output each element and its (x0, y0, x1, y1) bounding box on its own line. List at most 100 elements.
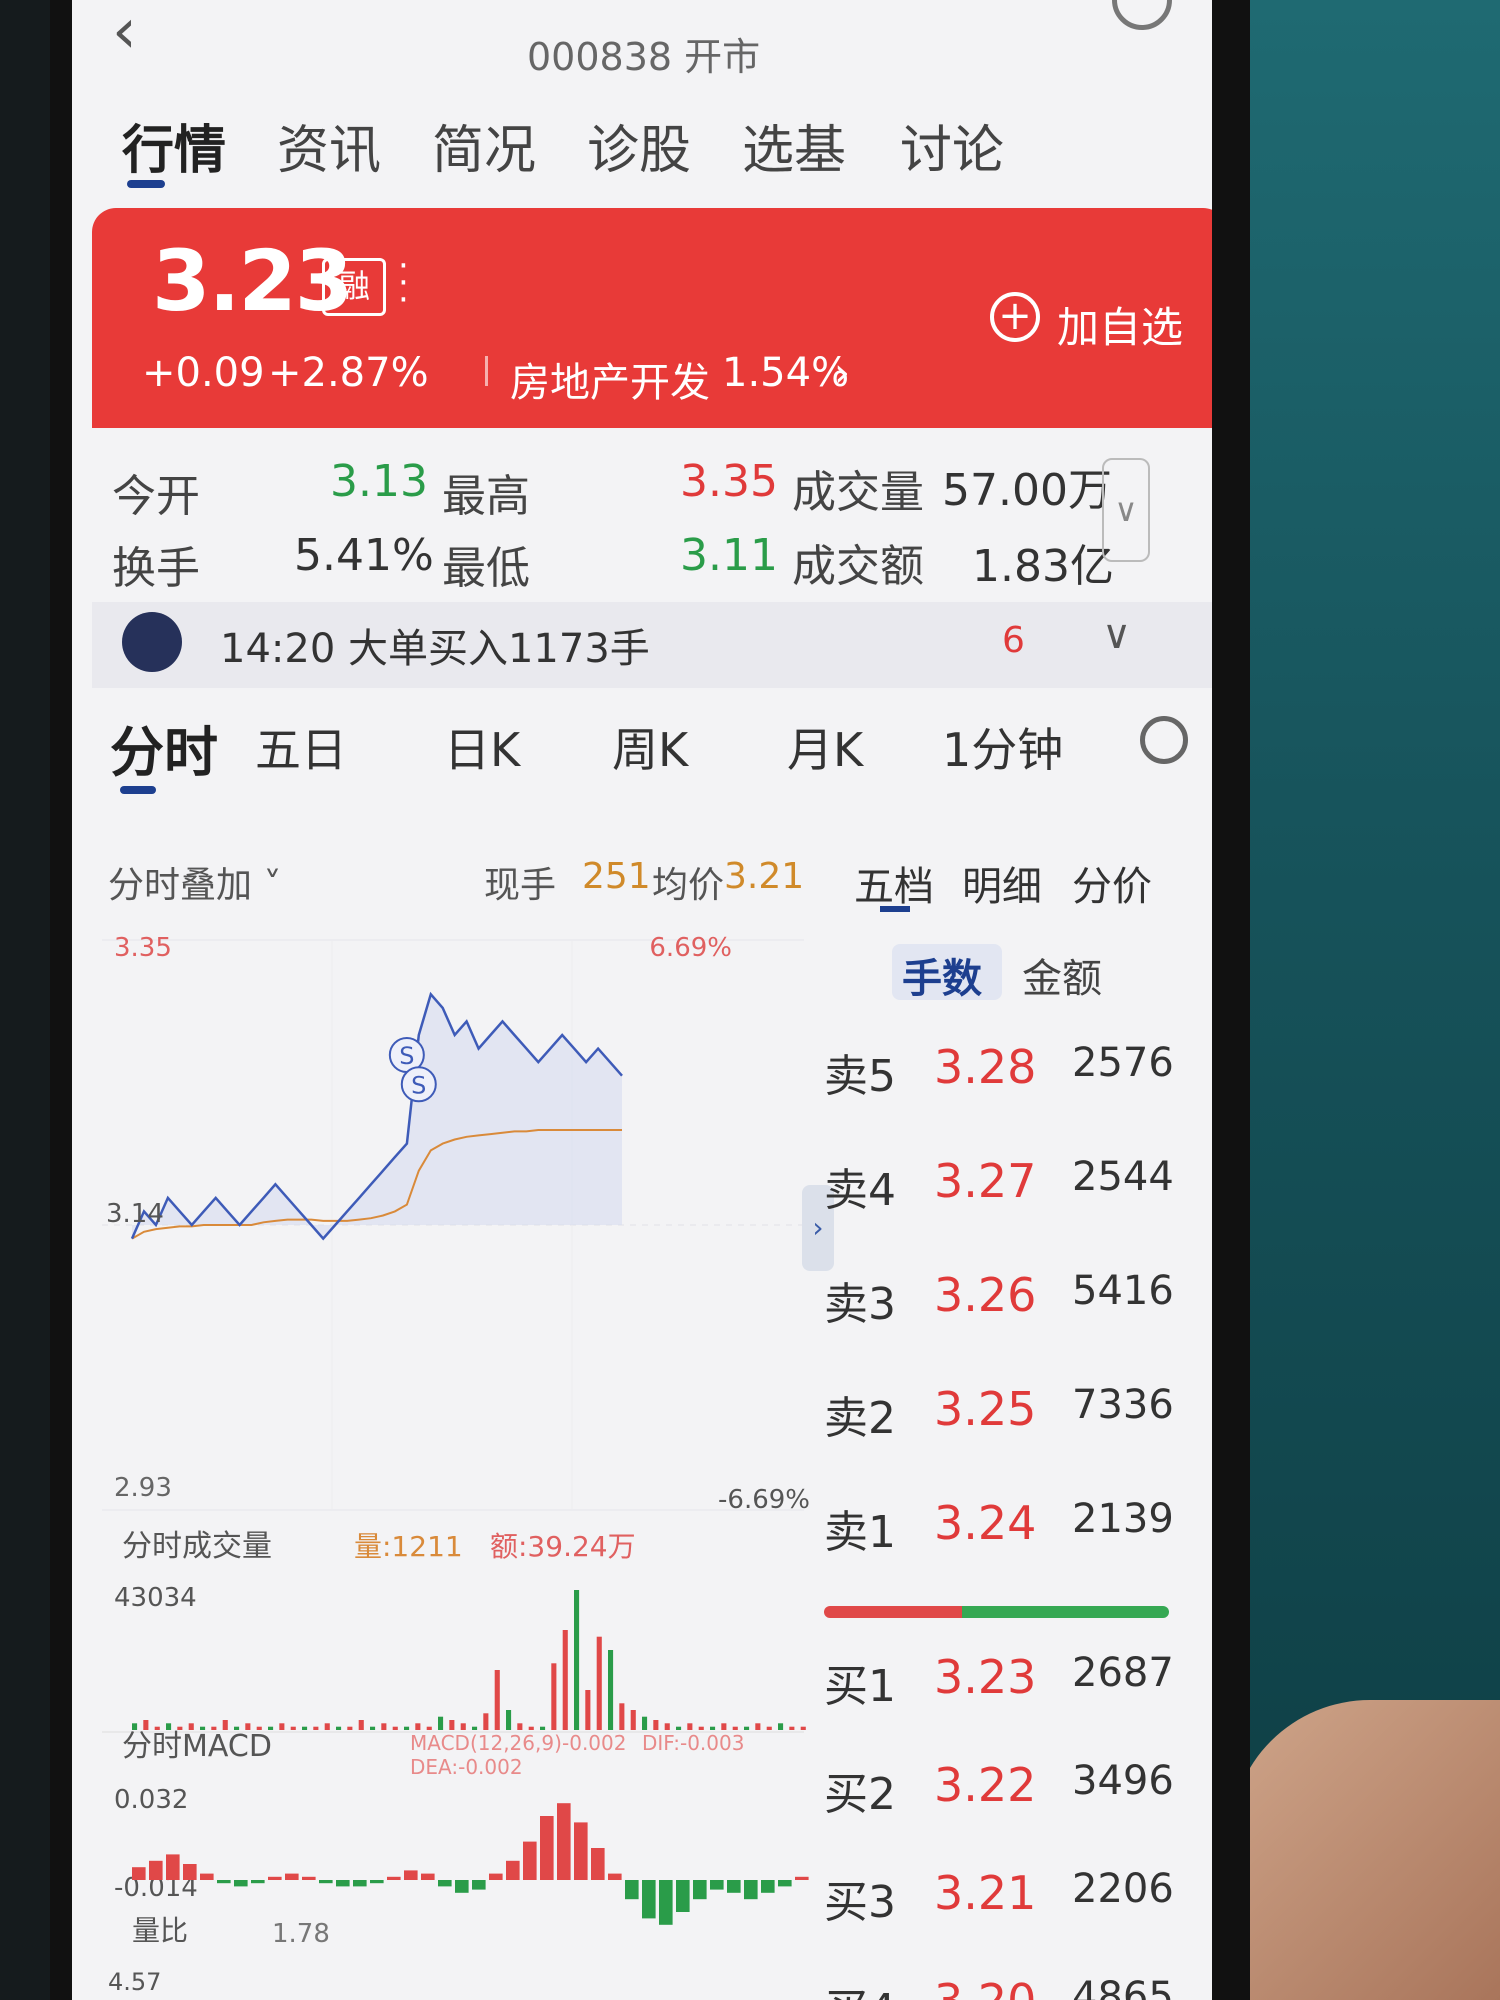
macd-bar (795, 1876, 809, 1880)
volume-bar (789, 1726, 795, 1730)
volume-bar (596, 1636, 602, 1730)
tab-weekly-k[interactable]: 周K (612, 714, 688, 780)
volume-bar (687, 1723, 693, 1730)
macd-bar (183, 1864, 197, 1880)
low-label: 最低 (442, 543, 530, 594)
sell-marker-label: S (399, 1042, 414, 1070)
macd-bar (676, 1880, 690, 1912)
vol-ratio-bottom: 4.57 (108, 1968, 161, 1996)
macd-bar (778, 1880, 792, 1887)
tab-minute-select[interactable]: 1分钟 (942, 714, 1063, 780)
chevron-down-icon[interactable]: ∨ (1102, 612, 1131, 658)
volume-bar (608, 1650, 614, 1730)
volume-bar (358, 1720, 364, 1730)
volume-value: 57.00万 (942, 465, 1112, 516)
macd-bar (370, 1880, 384, 1884)
volume-bar (710, 1726, 716, 1730)
tab-five-day[interactable]: 五日 (255, 714, 347, 780)
macd-bar (761, 1880, 775, 1893)
tab-intraday[interactable]: 分时 (110, 708, 218, 787)
volume-bar (404, 1726, 410, 1730)
expand-stats-button[interactable]: ∨ (1102, 458, 1150, 562)
unit-shares-button[interactable]: 手数 (902, 946, 982, 1004)
turnover-value: 5.41% (294, 530, 434, 581)
chevron-left-icon[interactable]: ‹ (112, 0, 137, 62)
orderbook-price[interactable]: 3.23 (934, 1650, 1036, 1704)
orderbook-volume: 4865 (1072, 1974, 1174, 2000)
volume-y-top: 43034 (114, 1583, 197, 1613)
chart-tab-underline (120, 786, 156, 794)
orderbook-volume: 5416 (1072, 1268, 1174, 1314)
background-hand (1230, 1700, 1500, 2000)
orderbook-price[interactable]: 3.28 (934, 1040, 1036, 1094)
open-value: 3.13 (330, 456, 428, 507)
orderbook-price[interactable]: 3.20 (934, 1974, 1036, 2000)
tab-discuss[interactable]: 讨论 (900, 108, 1004, 183)
tab-profile[interactable]: 简况 (432, 108, 536, 183)
tab-monthly-k[interactable]: 月K (787, 714, 863, 780)
volume-bar (438, 1716, 444, 1730)
orderbook-price[interactable]: 3.21 (934, 1866, 1036, 1920)
volume-bar (732, 1726, 738, 1730)
plus-circle-icon[interactable]: + (990, 292, 1040, 342)
macd-bar (608, 1873, 622, 1880)
orderbook-price[interactable]: 3.27 (934, 1154, 1036, 1208)
macd-bar (693, 1880, 707, 1900)
orderbook-label: 卖4 (824, 1165, 896, 1216)
gear-icon[interactable] (1140, 716, 1188, 764)
tab-daily-k[interactable]: 日K (444, 714, 520, 780)
orderbook-price[interactable]: 3.24 (934, 1496, 1036, 1550)
orderbook-label: 卖1 (824, 1507, 896, 1558)
macd-bar (506, 1860, 520, 1880)
unit-amount-button[interactable]: 金额 (1022, 946, 1102, 1004)
overlay-dropdown[interactable]: 分时叠加 ˅ (108, 856, 281, 908)
macd-bars (132, 1803, 809, 1925)
volume-label: 成交量 (792, 467, 924, 518)
orderbook-volume: 2544 (1072, 1154, 1174, 1200)
intraday-charts[interactable]: SS 3.35 3.14 2.93 6.69% -6.69% 分时成交量 量:1… (92, 920, 832, 2000)
orderbook-volume: 3496 (1072, 1758, 1174, 1804)
macd-bar (642, 1880, 656, 1919)
tab-five-levels[interactable]: 五档 (854, 854, 934, 912)
tab-fund[interactable]: 选基 (742, 108, 846, 183)
volume-chart-title[interactable]: 分时成交量 (122, 1529, 272, 1564)
price-area-fill (132, 994, 622, 1239)
sector-name[interactable]: 房地产开发 (510, 350, 710, 408)
macd-bar (404, 1870, 418, 1880)
orderbook-price[interactable]: 3.26 (934, 1268, 1036, 1322)
tab-detail[interactable]: 明细 (962, 854, 1042, 912)
orderbook-label: 卖2 (824, 1393, 896, 1444)
macd-bar (234, 1880, 248, 1887)
robot-icon (122, 612, 182, 672)
news-text[interactable]: 14:20 大单买入1173手 (220, 616, 650, 674)
orderbook-price[interactable]: 3.22 (934, 1758, 1036, 1812)
buy-ratio-fill (824, 1606, 962, 1618)
vol-ratio-label[interactable]: 量比 (132, 1914, 188, 1947)
pct-top-label: 6.69% (649, 933, 732, 963)
tab-price-dist[interactable]: 分价 (1072, 854, 1152, 912)
sector-chevron-icon[interactable]: › (834, 350, 850, 396)
search-icon[interactable] (1112, 0, 1172, 30)
volume-bar (347, 1726, 353, 1730)
volume-bar (302, 1726, 308, 1730)
dif-value: DIF:-0.003 (642, 1731, 744, 1755)
orderbook-price[interactable]: 3.25 (934, 1382, 1036, 1436)
macd-bar (727, 1880, 741, 1893)
volume-bar (800, 1726, 806, 1730)
volume-bar (562, 1630, 568, 1730)
sector-pct[interactable]: 1.54% (722, 350, 849, 396)
volume-bar (766, 1726, 772, 1730)
macd-chart-title[interactable]: 分时MACD (122, 1729, 272, 1764)
volume-bar (755, 1723, 761, 1730)
margin-badge[interactable]: 融 (322, 258, 386, 316)
volume-bar (370, 1726, 376, 1730)
add-watchlist-button[interactable]: 加自选 (1057, 294, 1183, 355)
tab-news[interactable]: 资讯 (277, 108, 381, 183)
tab-diagnose[interactable]: 诊股 (587, 108, 691, 183)
orderbook-label: 买4 (824, 1974, 896, 2000)
volume-bar (483, 1713, 489, 1730)
tab-quote[interactable]: 行情 (122, 108, 226, 183)
more-dots-icon[interactable]: · · · (398, 249, 409, 317)
price-change: +0.09 (142, 350, 265, 396)
volume-bar (392, 1726, 398, 1730)
